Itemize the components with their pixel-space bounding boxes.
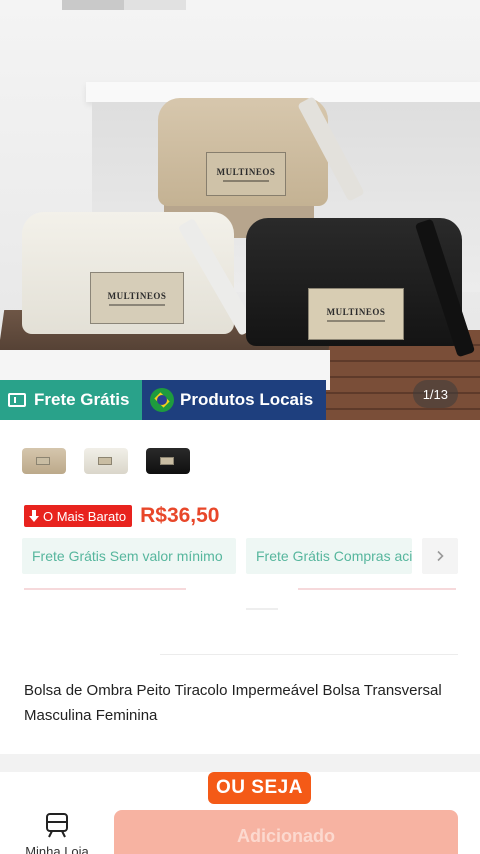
tan-bag-image: MULTINEOS [158, 96, 365, 206]
tan-bag-thumbnail[interactable] [22, 448, 66, 474]
cheapest-label: O Mais Barato [43, 508, 127, 524]
status-bar-placeholder [62, 0, 186, 10]
black-bag-image: MULTINEOS [246, 218, 476, 358]
product-price: R$36,50 [140, 504, 220, 527]
black-bag-thumbnail[interactable] [146, 448, 190, 474]
local-products-badge: Produtos Locais [142, 380, 326, 420]
white-bag-thumbnail[interactable] [84, 448, 128, 474]
brazil-flag-icon [150, 388, 174, 412]
product-info-card: O Mais Barato R$36,50 Frete Grátis Sem v… [0, 420, 480, 754]
product-image-carousel[interactable]: MULTINEOS MULTINEOS MULTINEOS Frete Grát… [0, 0, 480, 420]
free-shipping-label: Frete Grátis [34, 390, 130, 409]
store-label: Minha Loja [25, 844, 89, 854]
divider-faint [246, 608, 278, 610]
image-counter: 1/13 [412, 380, 458, 408]
divider [160, 654, 458, 655]
white-bag-image: MULTINEOS [22, 212, 257, 337]
divider-accent [298, 588, 456, 590]
shipping-icon [8, 393, 26, 407]
chevron-right-icon [437, 550, 444, 562]
cheapest-badge: O Mais Barato [24, 505, 133, 527]
brand-patch: MULTINEOS [308, 288, 404, 340]
shipping-chip[interactable]: Frete Grátis Sem valor mínimo [22, 538, 236, 574]
shipping-chips: Frete Grátis Sem valor mínimo Frete Grát… [22, 538, 458, 574]
brand-patch: MULTINEOS [206, 152, 286, 196]
video-caption-overlay: OU SEJA [208, 772, 311, 804]
brand-patch: MULTINEOS [90, 272, 184, 324]
add-to-cart-button[interactable]: Adicionado [114, 810, 458, 854]
down-arrow-icon [29, 510, 39, 522]
divider-accent [24, 588, 186, 590]
more-chips-button[interactable] [422, 538, 458, 574]
shipping-chip[interactable]: Frete Grátis Compras acima [246, 538, 412, 574]
store-icon [46, 813, 68, 838]
price-row: O Mais Barato R$36,50 [24, 504, 220, 528]
local-products-label: Produtos Locais [180, 390, 314, 409]
free-shipping-badge: Frete Grátis [0, 380, 142, 420]
variant-thumbnails [22, 448, 190, 474]
product-page: MULTINEOS MULTINEOS MULTINEOS Frete Grát… [0, 0, 480, 854]
product-title: Bolsa de Ombra Peito Tiracolo Impermeáve… [24, 682, 442, 724]
my-store-button[interactable]: Minha Loja [20, 812, 94, 854]
